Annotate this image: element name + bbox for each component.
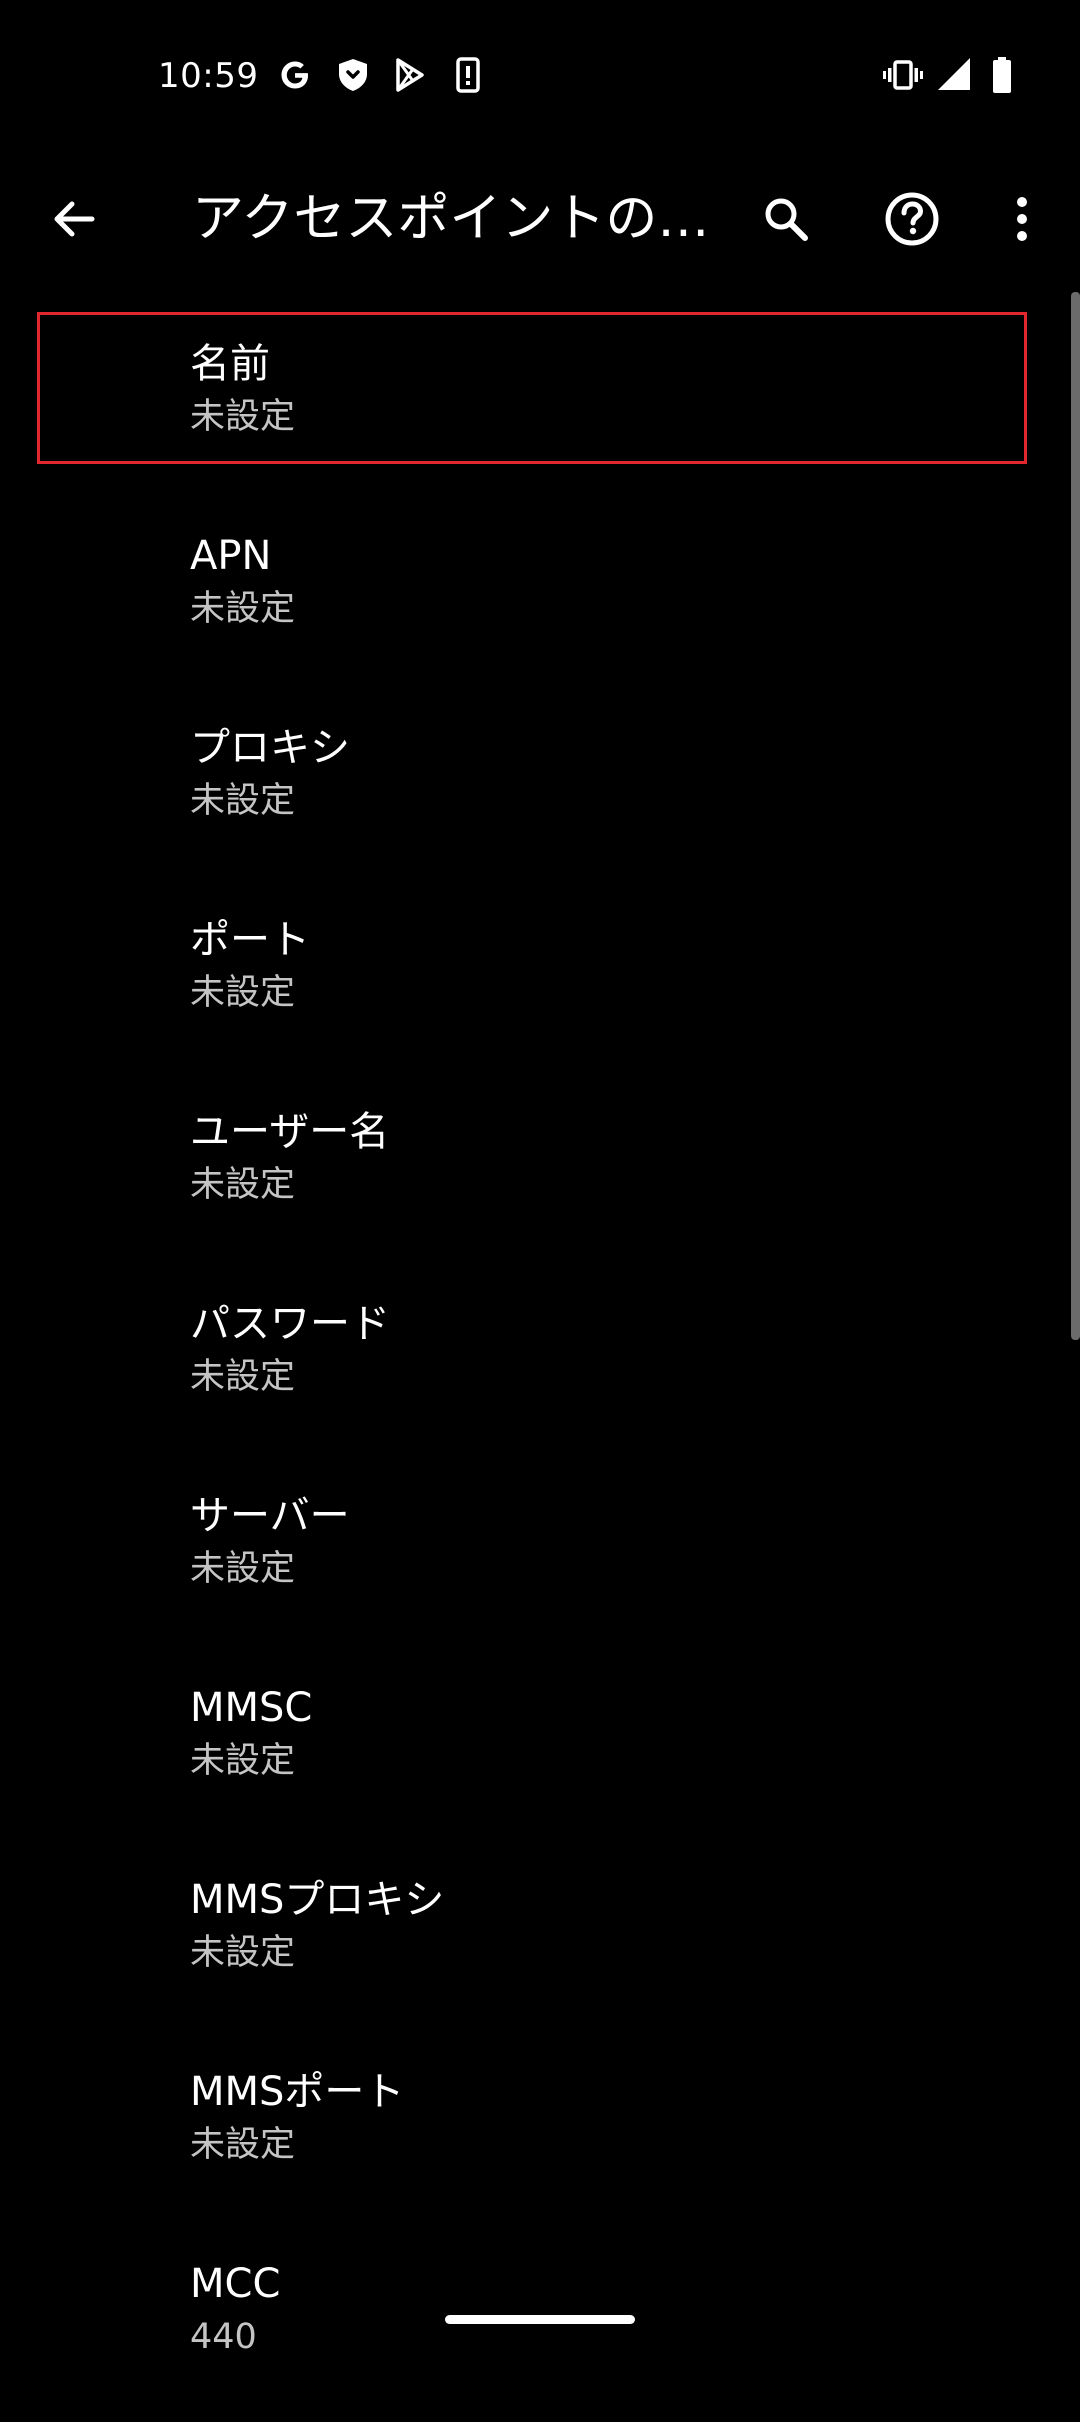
search-icon (765, 198, 808, 241)
pref-summary: 未設定 (190, 2125, 296, 2165)
status-time: 10:59 (158, 56, 259, 96)
pref-title: プロキシ (190, 725, 350, 771)
pref-summary: 未設定 (190, 1165, 296, 1205)
pref-title: APN (190, 533, 272, 579)
help-button[interactable] (866, 173, 958, 265)
pref-item-port[interactable]: ポート 未設定 (0, 886, 1080, 1078)
pref-title: MMSプロキシ (190, 1877, 445, 1923)
gesture-nav-handle[interactable] (445, 2315, 635, 2324)
pref-item-username[interactable]: ユーザー名 未設定 (0, 1078, 1080, 1270)
pref-summary: 未設定 (190, 1357, 296, 1397)
pref-item-mmsc[interactable]: MMSC 未設定 (0, 1654, 1080, 1846)
pref-item-mms-port[interactable]: MMSポート 未設定 (0, 2038, 1080, 2230)
pref-summary: 未設定 (190, 973, 296, 1013)
back-arrow-icon (54, 201, 95, 237)
pref-title: ポート (190, 917, 310, 963)
pref-summary: 未設定 (190, 1549, 296, 1589)
pref-title: ユーザー名 (190, 1109, 390, 1155)
search-button[interactable] (740, 173, 832, 265)
signal-icon (938, 58, 970, 90)
pref-item-mms-proxy[interactable]: MMSプロキシ 未設定 (0, 1846, 1080, 2038)
scrollbar[interactable] (1071, 292, 1080, 1340)
shield-icon (339, 59, 367, 91)
vibrate-icon (883, 60, 923, 90)
pref-title: サーバー (190, 1493, 350, 1539)
help-icon (885, 192, 939, 246)
pref-title: パスワード (190, 1301, 390, 1347)
pref-summary: 未設定 (190, 589, 296, 629)
pref-title: MCC (190, 2261, 281, 2307)
pref-item-mcc[interactable]: MCC 440 (0, 2230, 1080, 2422)
more-options-button[interactable] (976, 173, 1068, 265)
pref-item-proxy[interactable]: プロキシ 未設定 (0, 694, 1080, 886)
pref-summary: 未設定 (190, 781, 296, 821)
page-title: アクセスポイントの編集 (192, 189, 712, 249)
pref-item-server[interactable]: サーバー 未設定 (0, 1462, 1080, 1654)
phone-alert-icon (456, 57, 480, 93)
battery-icon (993, 57, 1011, 93)
google-icon (281, 61, 308, 89)
pref-summary: 440 (190, 2317, 257, 2357)
play-store-icon (396, 58, 424, 92)
status-bar: 10:59 (0, 0, 1080, 150)
more-vert-icon (1017, 197, 1027, 241)
pref-summary: 未設定 (190, 1741, 296, 1781)
app-bar: アクセスポイントの編集 (0, 150, 1080, 288)
back-button[interactable] (28, 173, 120, 265)
pref-title: MMSC (190, 1685, 313, 1731)
pref-item-password[interactable]: パスワード 未設定 (0, 1270, 1080, 1462)
pref-title: MMSポート (190, 2069, 405, 2115)
pref-item-apn[interactable]: APN 未設定 (0, 502, 1080, 694)
selection-highlight (37, 312, 1027, 464)
pref-summary: 未設定 (190, 1933, 296, 1973)
